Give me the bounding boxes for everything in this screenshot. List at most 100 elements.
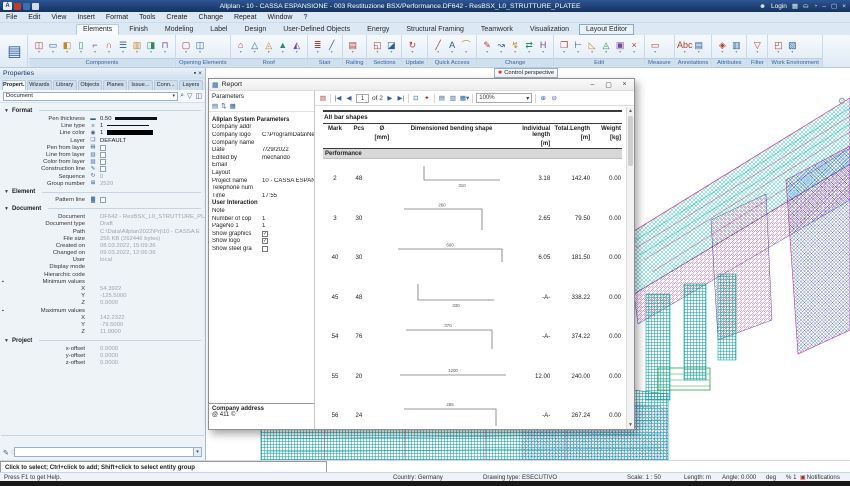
scope-select[interactable]: Document ▾ bbox=[3, 92, 178, 101]
draw-icon[interactable]: ✎ bbox=[3, 449, 9, 457]
components-tool-icon[interactable]: ∩ bbox=[102, 40, 116, 54]
scrollbar-thumb[interactable] bbox=[628, 116, 633, 166]
stair-tool-icon[interactable]: ≣ bbox=[311, 40, 325, 54]
scroll-down-icon[interactable]: ▼ bbox=[627, 421, 634, 429]
components-tool-icon[interactable]: ⊓ bbox=[158, 40, 172, 54]
cart-icon[interactable]: ⛀ bbox=[803, 2, 808, 10]
menu-change[interactable]: Change bbox=[198, 14, 223, 21]
help-clock-icon[interactable]: ◔ bbox=[813, 3, 817, 10]
railing-tool-icon[interactable]: ▤ bbox=[346, 40, 360, 54]
checkbox-construction-line[interactable] bbox=[100, 166, 106, 172]
components-tool-icon[interactable]: ⌐ bbox=[88, 40, 102, 54]
tab-elements[interactable]: Elements bbox=[76, 24, 119, 35]
close-icon[interactable]: × bbox=[618, 81, 631, 88]
quick-redo-icon[interactable] bbox=[32, 3, 39, 10]
tab-teamwork[interactable]: Teamwork bbox=[474, 24, 520, 35]
change-tool-icon[interactable]: ↝ bbox=[494, 40, 508, 54]
report-title-bar[interactable]: ▦ Report – ▢ × bbox=[209, 79, 634, 91]
tab-structural-framing[interactable]: Structural Framing bbox=[399, 24, 471, 35]
minimize-icon[interactable]: – bbox=[586, 81, 599, 88]
filter-icon[interactable]: ▽ bbox=[187, 92, 192, 100]
properties-tab-propert[interactable]: Propert... bbox=[2, 80, 26, 90]
edit-tool-icon[interactable]: ⊢ bbox=[571, 40, 585, 54]
apps-icon[interactable]: ▦ bbox=[792, 2, 798, 10]
prev-page-icon[interactable]: ◀ bbox=[345, 94, 353, 102]
user-icon[interactable]: ☻ bbox=[759, 3, 766, 10]
section-project[interactable]: ▼Project bbox=[0, 336, 205, 346]
edit-tool-icon[interactable]: ◺ bbox=[585, 40, 599, 54]
properties-tab-wizards[interactable]: Wizards bbox=[27, 80, 51, 90]
opening-elements-tool-icon[interactable]: ▢ bbox=[179, 40, 193, 54]
checkbox-pattern-line[interactable] bbox=[100, 197, 106, 203]
change-tool-icon[interactable]: ⇄ bbox=[522, 40, 536, 54]
quick-save-icon[interactable] bbox=[14, 3, 21, 10]
update-tool-icon[interactable]: ↻ bbox=[405, 40, 419, 54]
properties-tab-objects[interactable]: Objects bbox=[78, 80, 102, 90]
param-checkbox-show-logo[interactable]: ✓ bbox=[262, 238, 268, 244]
components-tool-icon[interactable]: ▭ bbox=[46, 40, 60, 54]
section-format[interactable]: ▼Format bbox=[0, 106, 205, 116]
change-tool-icon[interactable]: ↯ bbox=[508, 40, 522, 54]
components-tool-icon[interactable]: ▯ bbox=[74, 40, 88, 54]
sections-tool-icon[interactable]: ◱ bbox=[370, 40, 384, 54]
section-element[interactable]: ▼Element bbox=[0, 187, 205, 197]
components-tool-icon[interactable]: ☰ bbox=[116, 40, 130, 54]
pin-icon[interactable]: ▪ bbox=[194, 70, 196, 77]
page-number-input[interactable]: 1 bbox=[356, 94, 369, 103]
properties-tab-library[interactable]: Library bbox=[53, 80, 77, 90]
tab-user-defined-objects[interactable]: User-Defined Objects bbox=[276, 24, 357, 35]
components-tool-icon[interactable]: ◫ bbox=[32, 40, 46, 54]
quick-access-tool-icon[interactable]: ⌒ bbox=[459, 40, 473, 54]
quick-undo-icon[interactable] bbox=[23, 3, 30, 10]
property-value[interactable]: 0.50 bbox=[98, 116, 205, 122]
roof-tool-icon[interactable]: ▲ bbox=[276, 40, 290, 54]
login-label[interactable]: Login bbox=[771, 3, 787, 10]
viewport-tab-control-perspective[interactable]: ✱ Control perspective bbox=[494, 68, 558, 78]
components-tool-icon[interactable]: ▥ bbox=[130, 40, 144, 54]
measure-tool-icon[interactable]: ▭ bbox=[648, 40, 662, 54]
zoom-in-icon[interactable]: ⊕ bbox=[539, 94, 547, 102]
print-icon[interactable]: ▤ bbox=[438, 94, 446, 102]
next-page-icon[interactable]: ▶ bbox=[386, 94, 394, 102]
tab-design[interactable]: Design bbox=[237, 24, 273, 35]
report-scrollbar[interactable]: ▲ ▼ bbox=[626, 107, 634, 429]
zoom-select[interactable]: 100%▾ bbox=[476, 93, 532, 103]
checkbox-pen-from-layer[interactable] bbox=[100, 145, 106, 151]
menu-format[interactable]: Format bbox=[106, 14, 128, 21]
task-board-icon[interactable]: ▤ bbox=[2, 35, 28, 67]
menu-view[interactable]: View bbox=[51, 14, 66, 21]
close-icon[interactable]: × bbox=[842, 3, 846, 10]
properties-tab-issue[interactable]: Issue... bbox=[128, 80, 152, 90]
param-value[interactable]: 1 bbox=[262, 223, 314, 229]
expand-icon[interactable]: ▪ bbox=[2, 308, 4, 314]
filter-tool-icon[interactable]: ▽ bbox=[750, 40, 764, 54]
minimize-icon[interactable]: – bbox=[822, 3, 826, 10]
roof-tool-icon[interactable]: ◭ bbox=[290, 40, 304, 54]
menu-file[interactable]: File bbox=[6, 14, 17, 21]
menu-help[interactable]: ? bbox=[303, 14, 307, 21]
change-tool-icon[interactable]: ✎ bbox=[480, 40, 494, 54]
edit-tool-icon[interactable]: ▣ bbox=[613, 40, 627, 54]
sections-tool-icon[interactable]: ◪ bbox=[384, 40, 398, 54]
tab-layout-editor[interactable]: Layout Editor bbox=[579, 24, 634, 35]
attribute-input[interactable]: ▾ bbox=[14, 447, 202, 457]
menu-create[interactable]: Create bbox=[166, 14, 187, 21]
section-document[interactable]: ▼Document bbox=[0, 204, 205, 214]
attributes-tool-icon[interactable]: ▥ bbox=[729, 40, 743, 54]
annotations-tool-icon[interactable]: Abc bbox=[678, 40, 692, 54]
work-environment-tool-icon[interactable]: ▧ bbox=[785, 40, 799, 54]
components-tool-icon[interactable]: ◨ bbox=[144, 40, 158, 54]
tab-visualization[interactable]: Visualization bbox=[523, 24, 576, 35]
scroll-up-icon[interactable]: ▲ bbox=[627, 107, 634, 115]
select-icon[interactable]: ⊡ bbox=[412, 94, 420, 102]
attributes-tool-icon[interactable]: ◈ bbox=[715, 40, 729, 54]
tab-finish[interactable]: Finish bbox=[122, 24, 155, 35]
param-checkbox-show-steel-gra[interactable] bbox=[262, 246, 268, 252]
edit-tool-icon[interactable]: ❐ bbox=[557, 40, 571, 54]
tab-modeling[interactable]: Modeling bbox=[158, 24, 200, 35]
property-value[interactable]: 1 bbox=[98, 130, 205, 136]
maximize-icon[interactable]: ▢ bbox=[831, 2, 837, 10]
menu-tools[interactable]: Tools bbox=[139, 14, 155, 21]
roof-tool-icon[interactable]: ◬ bbox=[262, 40, 276, 54]
checkbox-line-from-layer[interactable] bbox=[100, 152, 106, 158]
